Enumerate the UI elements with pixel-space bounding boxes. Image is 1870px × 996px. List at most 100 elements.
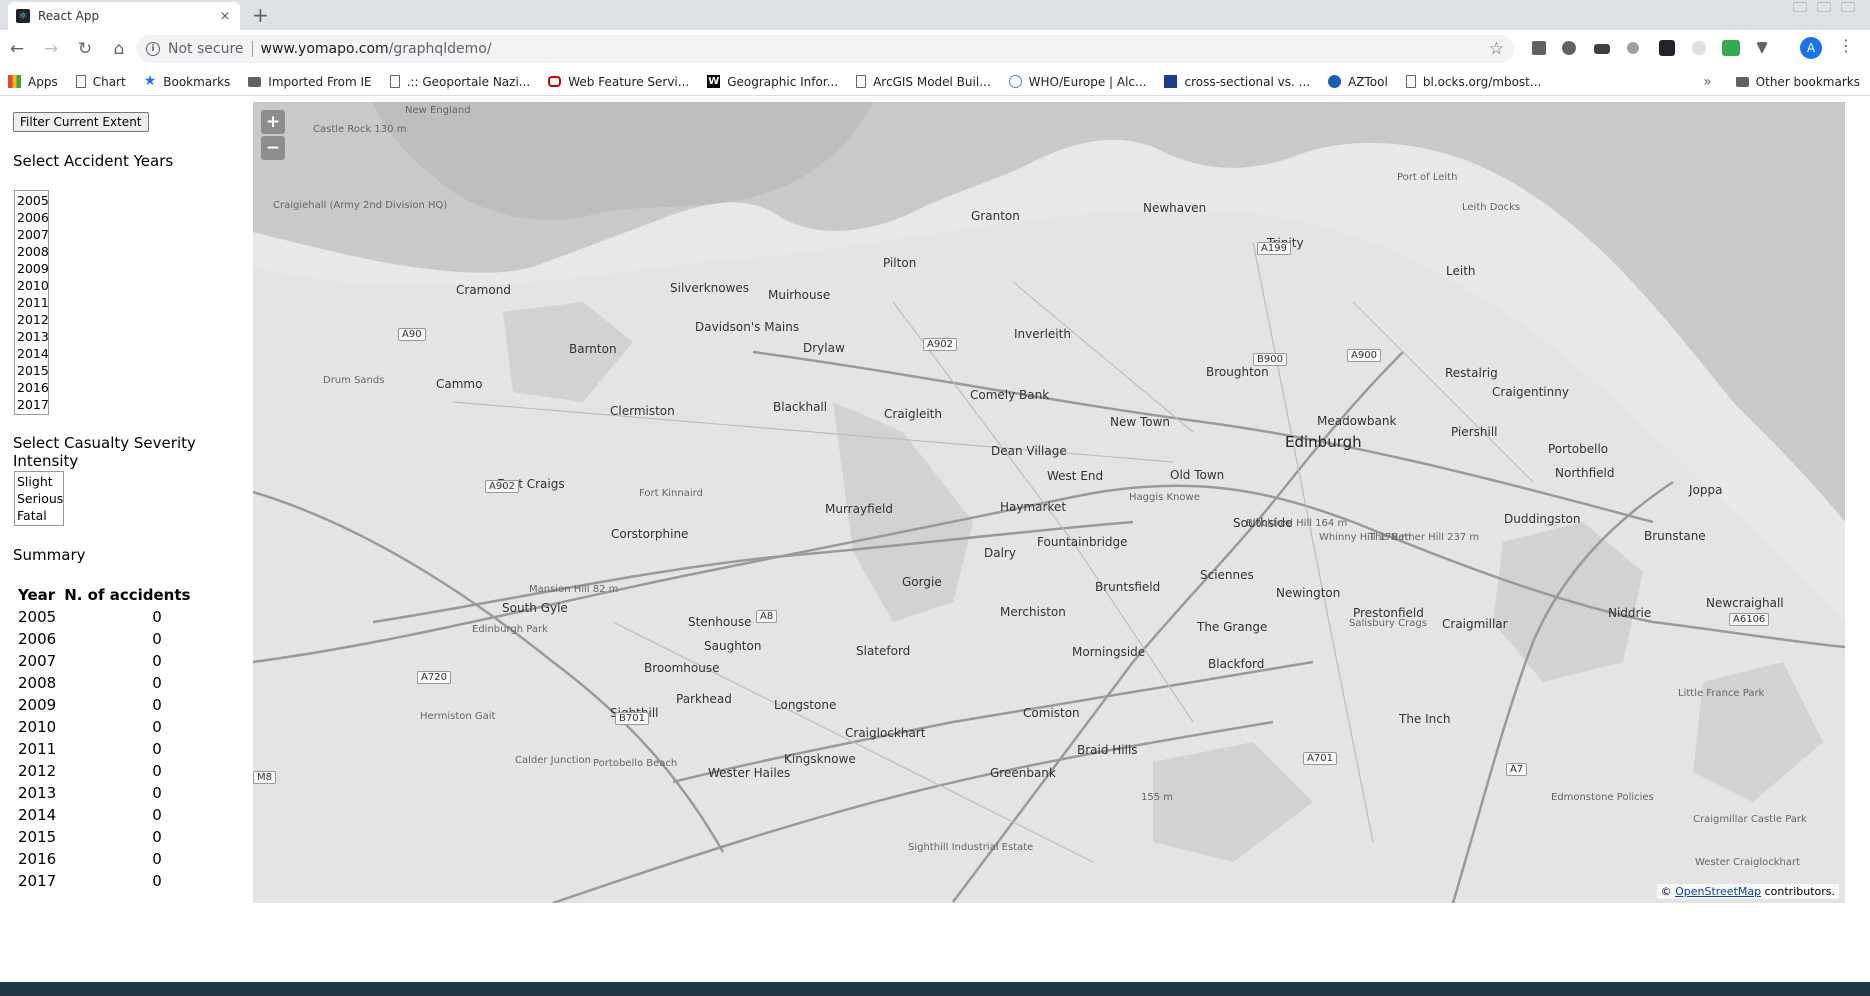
year-option[interactable]: 2013 [17,328,49,345]
place-label: Blackhall [773,400,828,414]
bookmark-other-bookmarks[interactable]: Other bookmarks [1735,75,1860,89]
new-tab-button[interactable]: + [252,4,269,26]
summary-count-cell: 0 [152,652,162,670]
who-icon [1008,75,1022,88]
year-option[interactable]: 2012 [17,311,49,328]
place-label: Northfield [1555,466,1615,480]
sidebar: Filter Current Extent Select Accident Ye… [0,100,254,980]
extension-chart-icon[interactable] [1594,44,1610,54]
zoom-out-button[interactable]: − [261,136,285,160]
bookmark-geoportale[interactable]: .:: Geoportale Nazi... [389,75,530,89]
extension-recycle-icon[interactable] [1562,41,1576,55]
summary-header-row: Year N. of accidents [14,584,194,606]
place-label: Old Town [1170,468,1225,482]
home-icon[interactable]: ⌂ [108,38,130,60]
summary-year-cell: 2014 [18,806,57,824]
bookmark-bookmarks[interactable]: ★ Bookmarks [144,74,231,89]
severity-option[interactable]: Fatal [17,507,61,524]
place-label: Newcraighall [1706,596,1784,610]
table-row: 2009 0 [14,694,194,716]
bookmarks-overflow-icon[interactable]: » [1703,74,1712,90]
bookmark-cross-sectional[interactable]: cross-sectional vs. ... [1164,75,1310,89]
filter-current-extent-button[interactable]: Filter Current Extent [13,112,149,132]
severity-option[interactable]: Slight [17,473,61,490]
bookmark-blocks[interactable]: bl.ocks.org/mbost... [1405,74,1542,89]
severity-listbox[interactable]: Slight Serious Fatal [14,471,64,526]
bookmark-arcgis-model-builder[interactable]: ArcGIS Model Buil... [856,75,991,89]
bookmark-star-icon[interactable]: ☆ [1489,39,1504,59]
year-option[interactable]: 2017 [17,396,49,413]
place-label: Braid Hills [1077,743,1138,757]
place-label: Broomhouse [644,661,720,675]
year-option[interactable]: 2015 [17,362,49,379]
address-bar[interactable]: i Not secure www.yomapo.com /graphqldemo… [136,35,1514,63]
col-year-header: Year [18,586,56,604]
place-label: The Grange [1197,620,1268,634]
place-label: Bruntsfield [1095,580,1161,594]
bookmark-web-feature-service[interactable]: Web Feature Servi... [548,75,689,89]
bookmark-aztool[interactable]: AZTool [1328,75,1388,89]
forward-icon[interactable]: → [40,38,62,60]
place-label: Fountainbridge [1037,535,1128,549]
folder-icon [1735,76,1749,87]
year-option[interactable]: 2005 [17,192,49,209]
map-viewport[interactable]: + − GrantonNewhavenTrinityLeithLeith Doc… [253,102,1845,903]
year-option[interactable]: 2014 [17,345,49,362]
attribution-prefix: © [1660,885,1672,898]
place-label: Leith Docks [1462,202,1521,213]
reload-icon[interactable]: ↻ [74,38,96,60]
extension-circle-icon[interactable] [1627,42,1639,54]
bookmark-label: bl.ocks.org/mbost... [1422,74,1542,89]
extension-react-icon[interactable] [1659,40,1675,56]
year-option[interactable]: 2009 [17,260,49,277]
bookmark-who-europe[interactable]: WHO/Europe | Alc... [1008,75,1146,89]
extension-clock-icon[interactable] [1692,41,1706,55]
year-option[interactable]: 2006 [17,209,49,226]
year-option[interactable]: 2010 [17,277,49,294]
year-option[interactable]: 2007 [17,226,49,243]
info-icon[interactable]: i [146,42,160,56]
site-icon [1328,75,1342,88]
omnibox-separator [251,41,253,57]
road-shield: A8 [756,610,778,623]
minimize-window-icon[interactable] [1793,2,1807,12]
road-shield: A6106 [1729,613,1770,626]
bookmark-imported-from-ie[interactable]: Imported From IE [248,75,372,89]
place-label: Sighthill Industrial Estate [908,842,1034,853]
road-shield: A90 [398,328,426,341]
place-label: Hermiston Gait [420,711,496,722]
maximize-window-icon[interactable] [1817,2,1831,12]
col-count-header: N. of accidents [64,586,191,604]
extension-vpn-icon[interactable] [1756,42,1768,54]
profile-avatar[interactable]: A [1800,37,1822,59]
tab-close-icon[interactable]: × [218,9,232,24]
extension-pen-icon[interactable] [1532,41,1546,55]
year-option[interactable]: 2008 [17,243,49,260]
openstreetmap-link[interactable]: OpenStreetMap [1675,885,1761,898]
bookmark-geographic-information[interactable]: W Geographic Infor... [707,75,838,89]
bookmark-chart[interactable]: Chart [75,75,126,89]
table-row: 2015 0 [14,826,194,848]
summary-year-cell: 2015 [18,828,57,846]
year-option[interactable]: 2011 [17,294,49,311]
place-label: Greenbank [990,766,1056,780]
years-listbox[interactable]: 2005 2006 2007 2008 2009 2010 2011 2012 … [14,190,49,415]
place-label: Cammo [436,377,483,391]
severity-heading: Select Casualty Severity Intensity [13,434,196,470]
place-label: Restalrig [1445,366,1498,380]
summary-year-cell: 2005 [18,608,57,626]
close-window-icon[interactable] [1841,2,1855,12]
severity-option[interactable]: Serious [17,490,63,507]
browser-tab[interactable]: ⚛ React App × [8,2,240,30]
summary-year-cell: 2009 [18,696,57,714]
extension-cors-icon[interactable] [1722,40,1740,56]
bookmark-apps[interactable]: Apps [8,75,58,89]
table-row: 2014 0 [14,804,194,826]
summary-year-cell: 2013 [18,784,57,802]
summary-body: 2005 0 2006 0 2007 0 2008 0 2009 0 2010 0 2011 0 2012 0… [14,606,194,892]
zoom-in-button[interactable]: + [261,110,285,134]
back-icon[interactable]: ← [6,38,28,60]
year-option[interactable]: 2016 [17,379,49,396]
menu-kebab-icon[interactable]: ⋮ [1838,36,1854,55]
summary-year-cell: 2010 [18,718,57,736]
